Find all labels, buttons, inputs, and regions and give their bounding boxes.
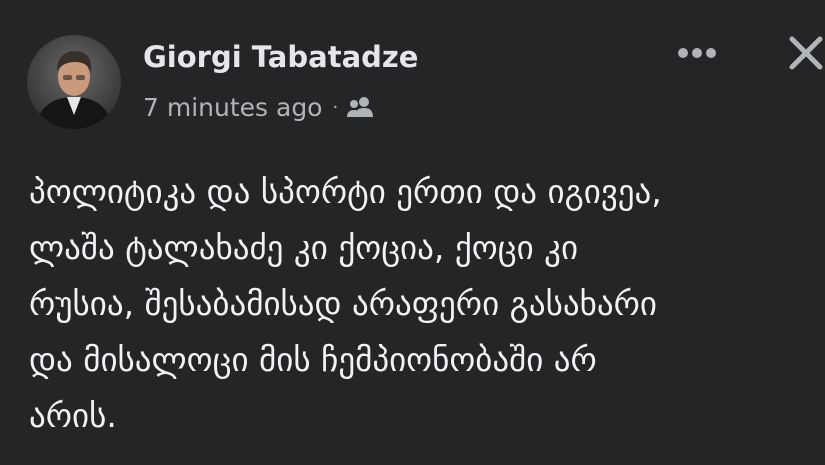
friends-icon-glyph bbox=[347, 97, 374, 117]
close-icon bbox=[789, 36, 823, 70]
timestamp[interactable]: 7 minutes ago bbox=[143, 93, 322, 122]
author-name[interactable]: Giorgi Tabatadze bbox=[143, 38, 418, 76]
post-meta: 7 minutes ago · bbox=[143, 90, 374, 124]
avatar-photo bbox=[27, 35, 121, 129]
close-button[interactable] bbox=[783, 30, 825, 76]
friends-icon[interactable] bbox=[346, 95, 374, 119]
more-options-button[interactable] bbox=[672, 33, 722, 73]
separator-dot: · bbox=[332, 96, 339, 118]
post-text: პოლიტიკა და სპორტი ერთი და იგივეა, ლაშა … bbox=[29, 172, 662, 435]
avatar[interactable] bbox=[27, 35, 121, 129]
more-horizontal-icon bbox=[678, 48, 716, 58]
